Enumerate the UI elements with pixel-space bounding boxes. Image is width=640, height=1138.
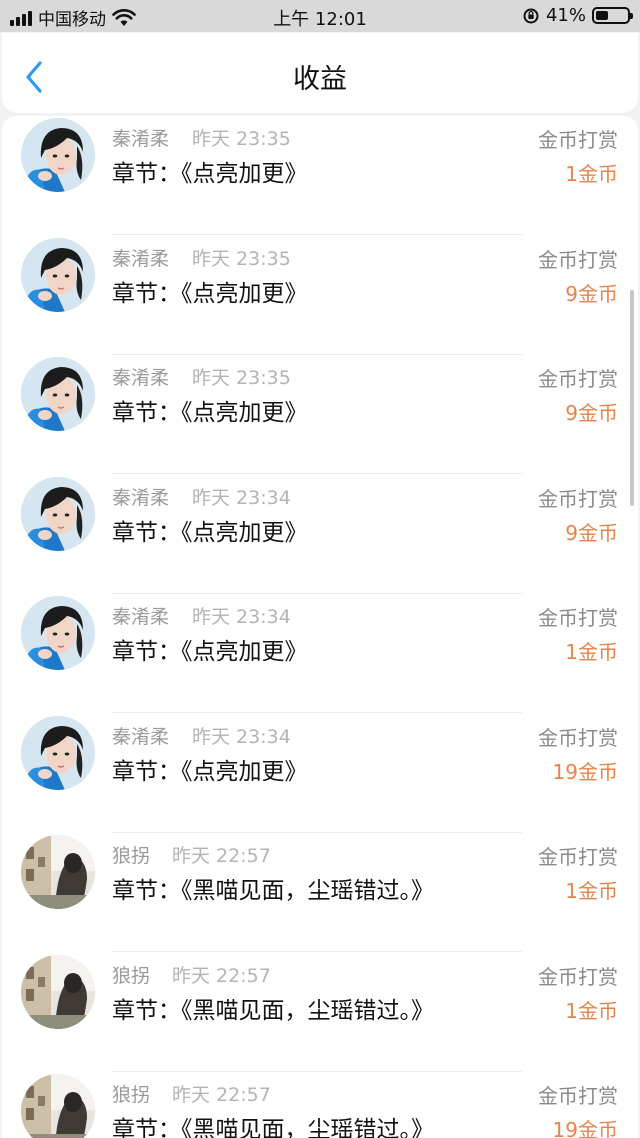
battery-percent: 41%: [545, 5, 586, 26]
reward-amount: 9金币: [565, 520, 618, 545]
reward-type: 金币打赏: [538, 128, 618, 152]
reward-amount: 1金币: [565, 998, 618, 1023]
reward-type: 金币打赏: [538, 486, 618, 511]
user-name: 狼拐: [112, 845, 151, 867]
list-item[interactable]: 秦淆柔 昨天 23:35 章节：《点亮加更》 金币打赏 9金币: [2, 355, 638, 474]
timestamp: 昨天 23:34: [192, 725, 291, 748]
avatar[interactable]: [21, 954, 95, 1029]
timestamp: 昨天 22:57: [172, 845, 271, 867]
timestamp: 昨天 23:35: [192, 247, 291, 270]
user-name: 秦淆柔: [112, 606, 170, 628]
reward-amount: 19金币: [552, 759, 618, 784]
avatar[interactable]: [21, 596, 95, 670]
battery-level: [596, 11, 608, 20]
avatar[interactable]: [21, 237, 95, 312]
avatar[interactable]: [21, 476, 95, 551]
avatar[interactable]: [21, 715, 95, 790]
chapter-title: 章节：《黑喵见面，尘瑶错过。》: [112, 1117, 434, 1138]
user-name: 狼拐: [112, 964, 151, 987]
reward-amount: 1金币: [565, 162, 618, 186]
chapter-title: 章节：《点亮加更》: [112, 400, 308, 426]
user-name: 狼拐: [112, 1084, 151, 1106]
chapter-title: 章节：《点亮加更》: [112, 519, 308, 546]
avatar[interactable]: [21, 835, 95, 909]
reward-type: 金币打赏: [538, 845, 618, 869]
battery-icon: [592, 7, 633, 24]
chapter-title: 章节：《黑喵见面，尘瑶错过。》: [112, 997, 434, 1024]
reward-amount: 19金币: [552, 1118, 618, 1138]
scrollbar[interactable]: [630, 290, 634, 506]
timestamp: 昨天 23:34: [192, 606, 291, 628]
list-item[interactable]: 狼拐 昨天 22:57 章节：《黑喵见面，尘瑶错过。》 金币打赏 1金币: [2, 953, 638, 1072]
user-name: 秦淆柔: [112, 486, 170, 509]
chapter-title: 章节：《点亮加更》: [112, 639, 308, 665]
reward-amount: 9金币: [565, 401, 618, 425]
avatar[interactable]: [21, 357, 95, 431]
status-right: 41%: [522, 5, 633, 26]
user-name: 秦淆柔: [112, 247, 170, 270]
reward-amount: 9金币: [565, 281, 618, 306]
earnings-list[interactable]: 秦淆柔 昨天 23:35 章节：《点亮加更》 金币打赏 1金币 秦淆柔 昨天 23:35 章…: [2, 116, 638, 1138]
list-item[interactable]: 秦淆柔 昨天 23:34 章节：《点亮加更》 金币打赏 9金币: [2, 475, 638, 594]
timestamp: 昨天 23:35: [192, 367, 291, 389]
reward-type: 金币打赏: [538, 725, 618, 750]
list-item[interactable]: 秦淆柔 昨天 23:35 章节：《点亮加更》 金币打赏 1金币: [2, 116, 638, 235]
orientation-lock-icon: [523, 8, 539, 23]
list-item[interactable]: 秦淆柔 昨天 23:34 章节：《点亮加更》 金币打赏 19金币: [2, 714, 638, 833]
reward-type: 金币打赏: [538, 606, 618, 630]
list-item[interactable]: 秦淆柔 昨天 23:34 章节：《点亮加更》 金币打赏 1金币: [2, 594, 638, 713]
reward-type: 金币打赏: [538, 367, 618, 391]
avatar[interactable]: [21, 118, 95, 192]
user-name: 秦淆柔: [112, 367, 170, 389]
timestamp: 昨天 22:57: [172, 1084, 271, 1106]
user-name: 秦淆柔: [112, 725, 170, 748]
timestamp: 昨天 22:57: [172, 964, 271, 987]
chapter-title: 章节：《点亮加更》: [112, 161, 308, 187]
avatar[interactable]: [21, 1074, 95, 1138]
reward-amount: 1金币: [565, 879, 618, 903]
nav-header: 收益: [2, 33, 638, 113]
list-item[interactable]: 秦淆柔 昨天 23:35 章节：《点亮加更》 金币打赏 9金币: [2, 236, 638, 355]
chapter-title: 章节：《点亮加更》: [112, 280, 308, 307]
list-item[interactable]: 狼拐 昨天 22:57 章节：《黑喵见面，尘瑶错过。》 金币打赏 19金币: [2, 1072, 638, 1138]
chapter-title: 章节：《点亮加更》: [112, 758, 308, 785]
reward-type: 金币打赏: [538, 964, 618, 989]
user-name: 秦淆柔: [112, 128, 170, 150]
reward-amount: 1金币: [565, 640, 618, 664]
reward-type: 金币打赏: [538, 247, 618, 272]
page-title: 收益: [293, 64, 347, 95]
chapter-title: 章节：《黑喵见面，尘瑶错过。》: [112, 878, 434, 904]
timestamp: 昨天 23:34: [192, 486, 291, 509]
reward-type: 金币打赏: [538, 1084, 618, 1108]
timestamp: 昨天 23:35: [192, 128, 291, 150]
list-item[interactable]: 狼拐 昨天 22:57 章节：《黑喵见面，尘瑶错过。》 金币打赏 1金币: [2, 833, 638, 952]
status-bar: 中国移动 上午 12:01 41%: [0, 0, 640, 32]
